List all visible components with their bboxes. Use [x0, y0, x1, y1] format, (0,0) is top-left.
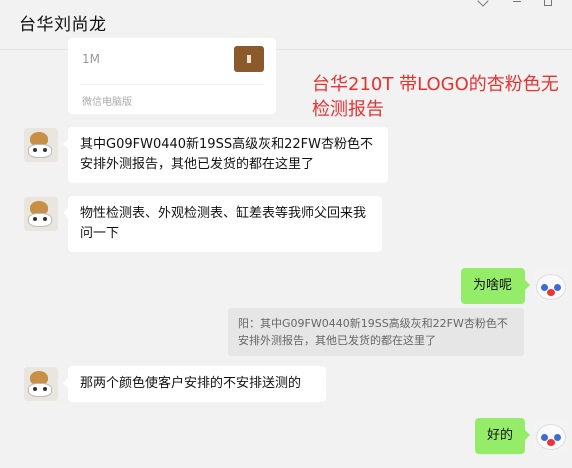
pin-icon[interactable] — [477, 0, 489, 7]
file-message-card[interactable]: 1M 微信电脑版 — [68, 38, 276, 114]
maximize-icon[interactable] — [543, 0, 553, 7]
file-source-label: 微信电脑版 — [82, 97, 132, 108]
contact-avatar[interactable] — [24, 367, 58, 401]
incoming-message-bubble[interactable]: 那两个颜色使客户安排的不安排送测的 — [63, 366, 326, 402]
contact-avatar[interactable] — [24, 128, 58, 162]
chat-title: 台华刘尚龙 — [19, 15, 107, 35]
outgoing-message-bubble[interactable]: 好的 — [475, 418, 530, 454]
contact-avatar[interactable] — [24, 197, 58, 231]
quoted-message[interactable]: 阳：其中G09FW0440新19SS高级灰和22FW杏粉色不安排外测报告，其他已… — [228, 308, 524, 356]
my-avatar[interactable] — [534, 418, 568, 452]
outgoing-message-bubble[interactable]: 为啥呢 — [461, 268, 530, 304]
file-size: 1M — [82, 52, 100, 66]
file-card-divider — [80, 84, 264, 85]
incoming-message-bubble[interactable]: 其中G09FW0440新19SS高级灰和22FW杏粉色不安排外测报告，其他已发货… — [63, 127, 388, 183]
minimize-icon[interactable] — [512, 0, 522, 7]
red-annotation-text: 台华210T 带LOGO的杏粉色无检测报告 — [312, 74, 559, 120]
incoming-message-bubble[interactable]: 物性检测表、外观检测表、缸差表等我师父回来我问一下 — [63, 196, 382, 252]
archive-file-icon — [234, 46, 264, 72]
my-avatar[interactable] — [534, 268, 568, 302]
